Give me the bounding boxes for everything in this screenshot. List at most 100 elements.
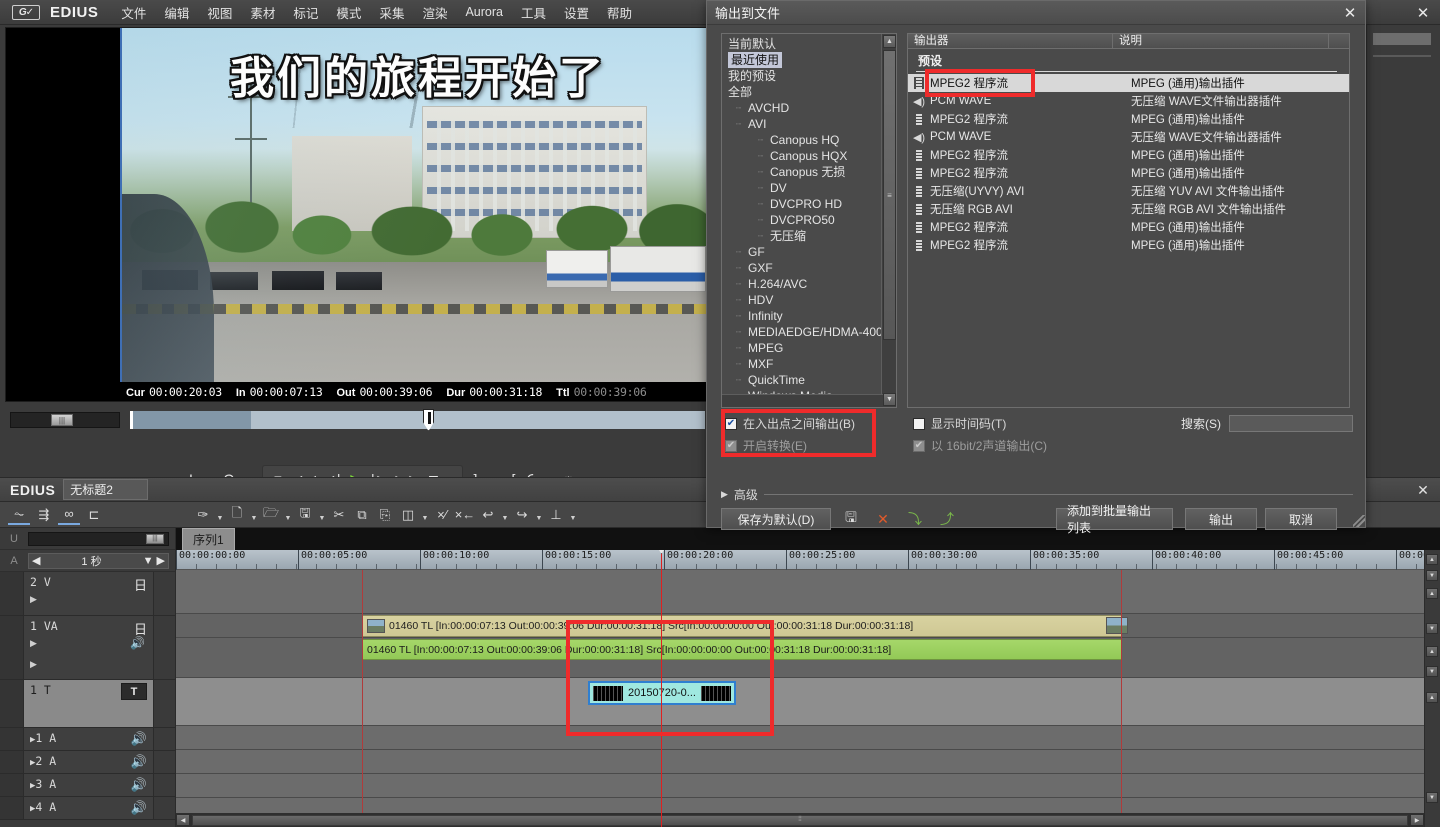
track-scroll-up-4-icon[interactable]: ▲ (1426, 692, 1438, 703)
tree-node-dvcpro50[interactable]: DVCPRO50 (728, 212, 896, 228)
project-name-field[interactable]: 无标题2 (63, 479, 148, 500)
track-scroll-down-2-icon[interactable]: ▼ (1426, 623, 1438, 634)
tree-node-dvcpro-hd[interactable]: DVCPRO HD (728, 196, 896, 212)
tree-scroll-thumb[interactable]: ≡ (883, 50, 896, 340)
save-project-icon[interactable]: 🖫 (294, 505, 316, 525)
redo-icon[interactable]: ↪ (511, 505, 533, 525)
track-2v-display-icon[interactable]: 日 (134, 575, 147, 594)
cut-icon[interactable]: ✂ (328, 505, 350, 525)
track-header-1va[interactable]: 1 VA 日 ▶ 🔊 ▶ (0, 616, 175, 680)
timeline-row-audio-3[interactable] (176, 774, 1424, 798)
tree-node-all[interactable]: 全部 (728, 84, 896, 100)
tree-node-mediaedge[interactable]: MEDIAEDGE/HDMA-4000 (728, 324, 896, 340)
track-scroll-up-1-icon[interactable]: ▲ (1426, 554, 1438, 565)
timeline-ruler[interactable]: 00:00:00:00 00:00:05:00 00:00:10:00 00:0… (176, 550, 1424, 570)
timeline-row-2v[interactable] (176, 570, 1424, 614)
track-scroll-down-3-icon[interactable]: ▼ (1426, 666, 1438, 677)
tree-node-canopus-hq[interactable]: Canopus HQ (728, 132, 896, 148)
preset-row-5[interactable]: MPEG2 程序流 MPEG (通用)输出插件 (908, 164, 1349, 182)
new-sequence-icon[interactable]: ✑ (192, 505, 214, 525)
open-project-icon[interactable]: 🗁 (260, 505, 282, 525)
track-2a-speaker-icon[interactable]: 🔊 (131, 754, 147, 770)
menu-settings[interactable]: 设置 (555, 0, 598, 25)
add-cut-caret-icon[interactable]: ▼ (568, 515, 578, 525)
export-preset-icon[interactable]: ⤴ (937, 509, 957, 529)
menu-marker[interactable]: 标记 (284, 0, 327, 25)
video-preview-area[interactable]: 我们的旅程开始了 Cur 00:00:20:03 In 00:00:07:13 … (5, 27, 712, 402)
timeline-tracks-area[interactable]: 00:00:00:00 00:00:05:00 00:00:10:00 00:0… (176, 550, 1424, 827)
tree-node-my-presets[interactable]: 我的预设 (728, 68, 896, 84)
track-scroll-up-2-icon[interactable]: ▲ (1426, 588, 1438, 599)
menu-edit[interactable]: 编辑 (155, 0, 198, 25)
track-1t-title-icon[interactable]: T (121, 683, 147, 700)
track-4a-speaker-icon[interactable]: 🔊 (131, 800, 147, 816)
track-3a-speaker-icon[interactable]: 🔊 (131, 777, 147, 793)
tree-node-h264-avc[interactable]: H.264/AVC (728, 276, 896, 292)
track-1va-speaker-icon[interactable]: 🔊 (130, 636, 145, 650)
save-preset-icon[interactable]: 🖫 (841, 509, 861, 529)
tree-vertical-scrollbar[interactable]: ▲ ≡ ▼ (881, 34, 896, 407)
new-project-icon[interactable]: 🗋 (226, 505, 248, 525)
track-header-4a[interactable]: ▶4 A 🔊 (0, 797, 175, 820)
preset-row-8[interactable]: MPEG2 程序流 MPEG (通用)输出插件 (908, 218, 1349, 236)
tree-node-avi[interactable]: AVI (728, 116, 896, 132)
menu-clip[interactable]: 素材 (241, 0, 284, 25)
save-project-caret-icon[interactable]: ▼ (317, 515, 327, 525)
snap-icon[interactable]: ⊏ (83, 505, 105, 525)
track-1a-speaker-icon[interactable]: 🔊 (131, 731, 147, 747)
tree-node-hdv[interactable]: HDV (728, 292, 896, 308)
add-cut-point-icon[interactable]: ⊥ (545, 505, 567, 525)
track-scroll-down-1-icon[interactable]: ▼ (1426, 570, 1438, 581)
main-window-close-button[interactable]: ✕ (1414, 4, 1432, 22)
advanced-section-toggle[interactable]: ▶ 高级 (721, 487, 1353, 502)
tree-node-mxf[interactable]: MXF (728, 356, 896, 372)
dialog-close-button[interactable]: ✕ (1341, 4, 1359, 22)
preset-row-4[interactable]: MPEG2 程序流 MPEG (通用)输出插件 (908, 146, 1349, 164)
tree-node-gf[interactable]: GF (728, 244, 896, 260)
scale-prev-icon[interactable]: ◀ (32, 554, 40, 567)
track-header-2v[interactable]: 2 V 日 ▶ (0, 572, 175, 616)
preset-list[interactable]: 预设 MPEG2 程序流 MPEG (通用)输出插件 ◀) PCM WAVE 无… (907, 49, 1350, 408)
tree-node-mpeg[interactable]: MPEG (728, 340, 896, 356)
hscroll-track[interactable]: ⦙⦙ (192, 814, 1408, 826)
advanced-expand-icon[interactable]: ▶ (721, 489, 728, 500)
track-header-1t[interactable]: 1 T T (0, 680, 175, 728)
import-preset-icon[interactable]: ⤵ (905, 509, 925, 529)
column-header-description[interactable]: 说明 (1113, 34, 1329, 48)
tree-node-avchd[interactable]: AVCHD (728, 100, 896, 116)
track-1va-expand-audio-icon[interactable]: ▶ (30, 659, 37, 670)
cancel-button[interactable]: 取消 (1265, 508, 1337, 530)
menu-file[interactable]: 文件 (112, 0, 155, 25)
playhead-handle[interactable] (423, 409, 434, 431)
tree-node-dv[interactable]: DV (728, 180, 896, 196)
hscroll-right-icon[interactable]: ▶ (1410, 814, 1424, 826)
menu-capture[interactable]: 采集 (370, 0, 413, 25)
sequence-tab-1[interactable]: 序列1 (182, 528, 235, 550)
track-header-3a[interactable]: ▶3 A 🔊 (0, 774, 175, 797)
audio-lock-icon[interactable]: A (0, 551, 28, 571)
track-scroll-down-4-icon[interactable]: ▼ (1426, 792, 1438, 803)
delete-transition-icon[interactable]: ×⁄ (431, 505, 453, 525)
preset-row-2[interactable]: MPEG2 程序流 MPEG (通用)输出插件 (908, 110, 1349, 128)
sync-lock-icon[interactable]: ⇶ (33, 505, 55, 525)
redo-caret-icon[interactable]: ▼ (534, 515, 544, 525)
preset-row-3[interactable]: ◀) PCM WAVE 无压缩 WAVE文件输出器插件 (908, 128, 1349, 146)
tree-node-current-default[interactable]: 当前默认 (728, 36, 896, 52)
track-header-1a[interactable]: ▶1 A 🔊 (0, 728, 175, 751)
tree-node-recent[interactable]: 最近使用 (728, 52, 783, 68)
timeline-row-1t[interactable]: 20150720-0... (176, 678, 1424, 726)
checkbox-export-between-in-out[interactable]: ✔ (725, 417, 737, 430)
menu-aurora[interactable]: Aurora (456, 2, 512, 22)
timeline-zoom-slider[interactable]: ||| (28, 531, 169, 546)
preset-row-0[interactable]: MPEG2 程序流 MPEG (通用)输出插件 (908, 74, 1349, 92)
option-export-between-in-out[interactable]: ✔ 在入出点之间输出(B) (725, 415, 855, 432)
split-clip-icon[interactable]: ◫ (397, 505, 419, 525)
timeline-row-audio-1[interactable] (176, 726, 1424, 750)
tree-node-quicktime[interactable]: QuickTime (728, 372, 896, 388)
new-project-caret-icon[interactable]: ▼ (249, 515, 259, 525)
audio-clip-1460[interactable]: 01460 TL [In:00:00:07:13 Out:00:00:39:06… (362, 639, 1122, 660)
paste-icon[interactable]: ⎘ (374, 505, 396, 525)
ripple-mode-icon[interactable]: ⏦ (8, 505, 30, 525)
menu-mode[interactable]: 模式 (327, 0, 370, 25)
new-sequence-caret-icon[interactable]: ▼ (215, 515, 225, 525)
